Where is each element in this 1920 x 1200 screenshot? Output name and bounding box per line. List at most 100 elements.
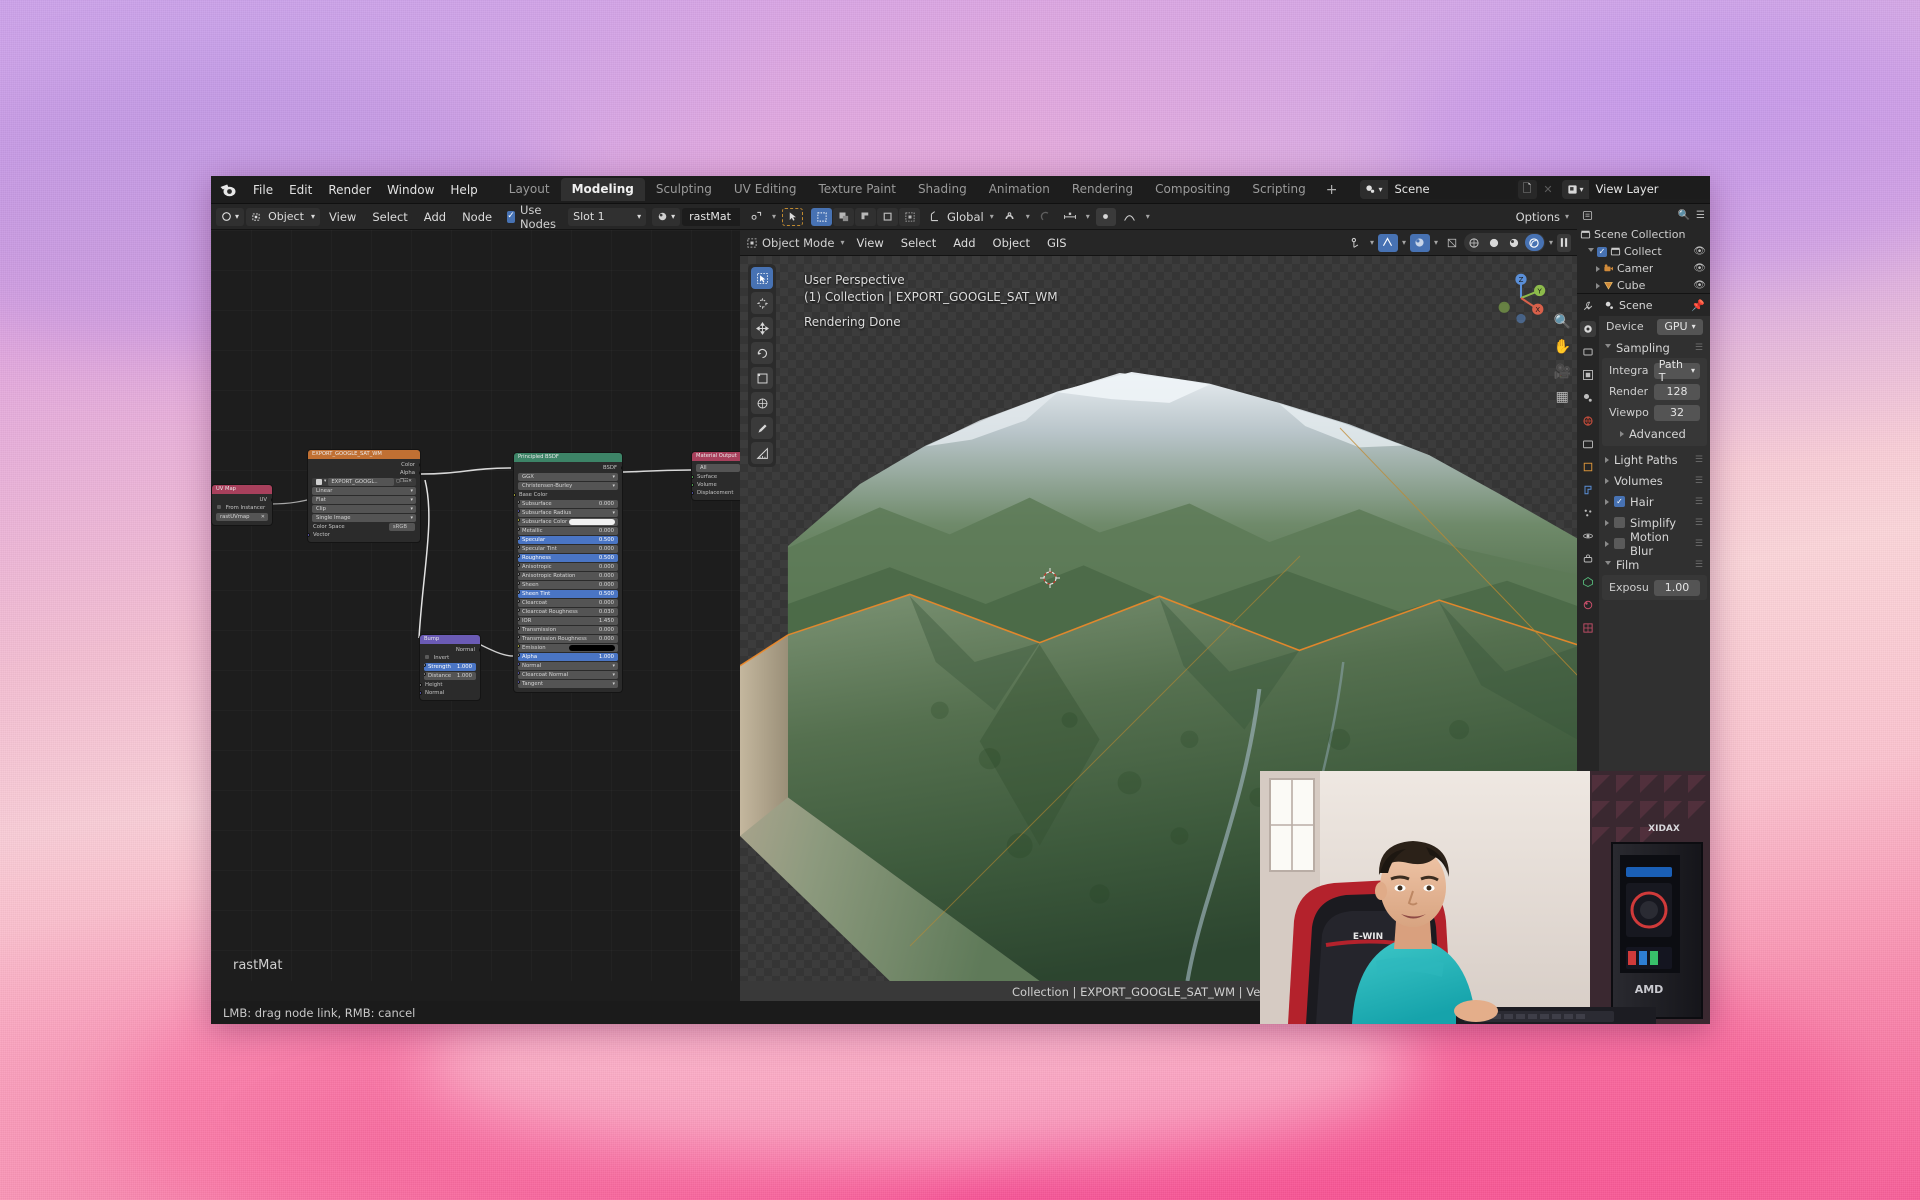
chevron-right-icon[interactable] (1620, 431, 1624, 437)
outliner-row-cube[interactable]: Cube👁 (1577, 277, 1710, 294)
unlink-scene-button[interactable]: ✕ (1539, 180, 1558, 199)
scene-name[interactable]: Scene (1388, 180, 1516, 199)
socket-transmission[interactable] (518, 626, 520, 630)
grid-icon[interactable]: ▦ (1556, 389, 1569, 405)
eye-icon[interactable]: 👁 (1693, 263, 1706, 274)
node-principled-socket-base-color[interactable]: Base Color (514, 491, 622, 499)
node-principled-socket-subsurface[interactable]: Subsurface0.000 (518, 500, 618, 508)
node-principled-socket-clearcoat-roughness[interactable]: Clearcoat Roughness0.030 (518, 608, 618, 616)
section-handle[interactable]: ☰ (1695, 560, 1704, 570)
render-icon[interactable] (1580, 321, 1596, 337)
socket-sheen[interactable] (518, 581, 520, 585)
menu-help[interactable]: Help (442, 181, 485, 199)
workspace-tab-uv-editing[interactable]: UV Editing (723, 178, 808, 201)
annotate-tool[interactable] (751, 417, 773, 439)
workspace-tab-shading[interactable]: Shading (907, 178, 978, 201)
menu-edit[interactable]: Edit (281, 181, 320, 199)
workspace-tab-texture-paint[interactable]: Texture Paint (808, 178, 907, 201)
menu-window[interactable]: Window (379, 181, 442, 199)
chevron-right-icon[interactable] (1596, 266, 1600, 272)
transform-orientation-icon[interactable] (928, 208, 943, 226)
view-layer-selector[interactable]: ▾ View Layer (1562, 180, 1711, 199)
socket-surface[interactable] (692, 475, 694, 479)
scene-selector[interactable]: ▾ Scene (1360, 180, 1515, 199)
node-bump-invert[interactable]: Invert (420, 654, 480, 662)
socket-transmission-roughness[interactable] (518, 635, 520, 639)
node-principled-socket-alpha[interactable]: Alpha1.000 (518, 653, 618, 661)
select-tweak-icon[interactable] (877, 208, 898, 226)
motion-blur-checkbox[interactable] (1614, 538, 1625, 549)
workspace-tab-scripting[interactable]: Scripting (1241, 178, 1316, 201)
snap-magnet-icon[interactable] (1000, 208, 1020, 226)
blender-logo-icon[interactable] (219, 181, 237, 199)
node-principled-socket-anisotropic[interactable]: Anisotropic0.000 (518, 563, 618, 571)
node-principled-socket-anisotropic-rotation[interactable]: Anisotropic Rotation0.000 (518, 572, 618, 580)
section-handle[interactable]: ☰ (1695, 539, 1704, 549)
socket-subsurface-color[interactable] (518, 518, 520, 522)
color-swatch[interactable] (569, 645, 615, 651)
socket-normal[interactable] (479, 648, 481, 652)
node-material-output-surface[interactable]: Surface (692, 473, 740, 481)
view-layer-icon[interactable] (1580, 367, 1596, 383)
outliner-row-camer[interactable]: Camer👁 (1577, 260, 1710, 277)
chevron-right-icon[interactable] (1605, 541, 1609, 547)
node-material-output-volume[interactable]: Volume (692, 481, 740, 489)
output-icon[interactable] (1580, 344, 1596, 360)
wireframe-icon[interactable] (1442, 234, 1462, 252)
chevron-down-icon[interactable]: ▾ (612, 671, 615, 679)
workspace-tab-rendering[interactable]: Rendering (1061, 178, 1144, 201)
cursor-tool[interactable] (751, 292, 773, 314)
move-tool[interactable] (751, 317, 773, 339)
node-principled-socket-specular-tint[interactable]: Specular Tint0.000 (518, 545, 618, 553)
filter-icon[interactable]: ☰ (1696, 210, 1705, 221)
socket-color[interactable] (419, 463, 421, 467)
socket-subsurface-radius[interactable] (518, 509, 520, 513)
section-handle[interactable]: ☰ (1695, 455, 1704, 465)
exposure-value[interactable]: 1.00 (1654, 580, 1700, 596)
chevron-down-icon[interactable] (1588, 248, 1594, 255)
socket-base-color[interactable] (514, 493, 516, 497)
proportional-edit-icon[interactable] (1060, 208, 1080, 226)
socket-clearcoat-normal[interactable] (518, 671, 520, 675)
socket-anisotropic[interactable] (518, 563, 520, 567)
show-overlays-icon[interactable] (1378, 234, 1398, 252)
workspace-tab-compositing[interactable]: Compositing (1144, 178, 1241, 201)
workspace-tab-modeling[interactable]: Modeling (561, 178, 645, 201)
node-bump-input-normal[interactable]: Normal (420, 689, 480, 697)
pin-icon[interactable]: 📌 (1691, 299, 1705, 312)
socket-normal-in[interactable] (420, 691, 422, 695)
select-lasso-icon[interactable] (855, 208, 876, 226)
node-principled-socket-ior[interactable]: IOR1.450 (518, 617, 618, 625)
node-image-texture-projection[interactable]: Flat▾ (312, 496, 416, 504)
select-circle-icon[interactable] (833, 208, 854, 226)
transform-orientation-value[interactable]: Global (947, 210, 984, 224)
outliner-exclude-checkbox[interactable]: ✓ (1597, 247, 1607, 257)
chevron-right-icon[interactable] (1596, 283, 1600, 289)
rotate-tool[interactable] (751, 342, 773, 364)
node-uv-map-from-instancer[interactable]: From Instancer (212, 504, 272, 512)
node-principled-output-bsdf[interactable]: BSDF (514, 464, 622, 472)
viewport-menu-select[interactable]: Select (894, 236, 943, 250)
view-layer-name[interactable]: View Layer (1589, 180, 1710, 199)
node-uv-map[interactable]: UV Map UV From Instancer rastUVmap ✕ (211, 484, 273, 526)
socket-vector[interactable] (308, 533, 310, 537)
data-icon[interactable] (1580, 574, 1596, 590)
select-box-icon[interactable] (811, 208, 832, 226)
simplify-checkbox[interactable] (1614, 517, 1625, 528)
socket-clearcoat[interactable] (518, 599, 520, 603)
node-image-texture-output-color[interactable]: Color (308, 461, 420, 469)
use-nodes-toggle[interactable]: ✓ Use Nodes (507, 203, 560, 231)
new-scene-button[interactable]: 🗋 (1518, 180, 1537, 199)
physics-icon[interactable] (1580, 528, 1596, 544)
node-image-texture[interactable]: EXPORT_GOOGLE_SAT_WM Color Alpha ▾ (307, 449, 421, 543)
node-principled-socket-normal[interactable]: Normal▾ (518, 662, 618, 670)
node-principled-socket-metallic[interactable]: Metallic0.000 (518, 527, 618, 535)
node-principled-socket-subsurface-color[interactable]: Subsurface Color (518, 518, 618, 526)
section-handle[interactable]: ☰ (1695, 518, 1704, 528)
node-image-texture-source[interactable]: Single Image▾ (312, 514, 416, 522)
constraint-icon[interactable] (1580, 551, 1596, 567)
node-bump[interactable]: Bump Normal Invert Strength (419, 634, 481, 701)
use-nodes-checkbox[interactable]: ✓ (507, 211, 515, 223)
transform-pivot-icon[interactable] (746, 208, 766, 226)
integrator-value[interactable]: Path T▾ (1654, 363, 1700, 379)
